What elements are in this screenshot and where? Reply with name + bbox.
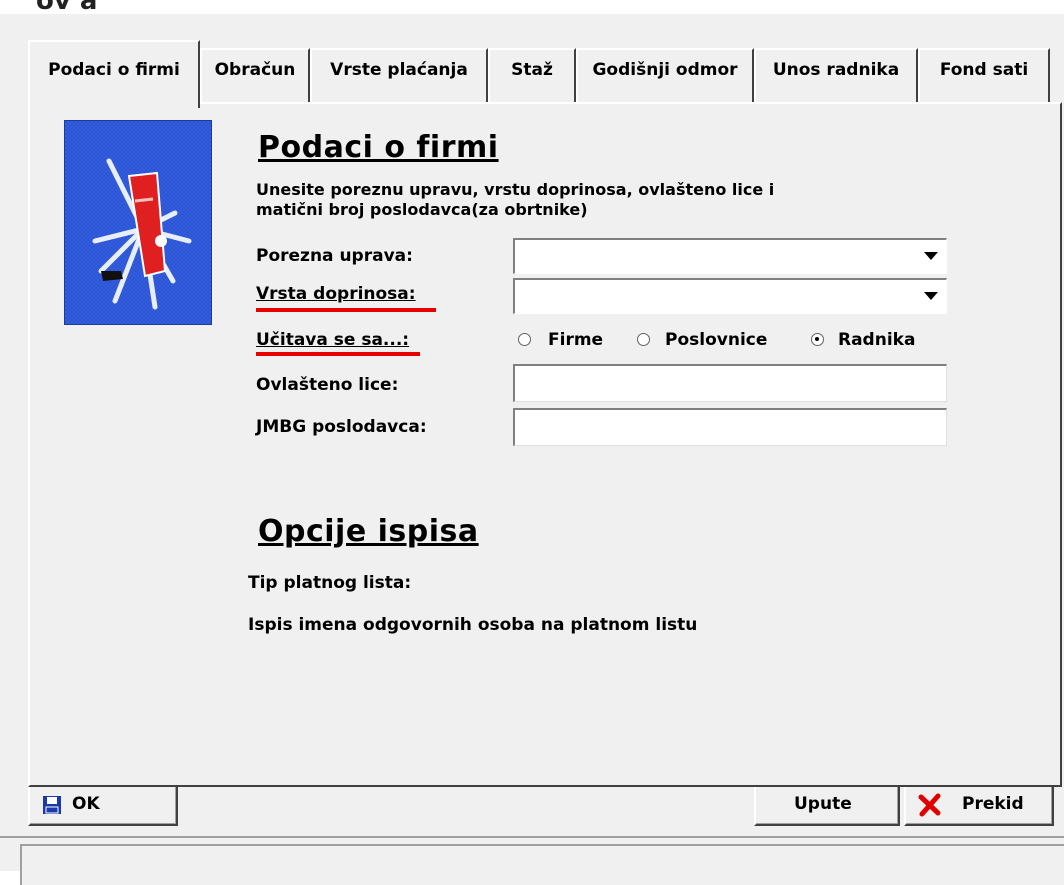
radio-poslovnice[interactable] bbox=[637, 333, 650, 346]
tab-label: Obračun bbox=[214, 60, 296, 80]
tab-podaci-o-firmi[interactable]: Podaci o firmi bbox=[28, 40, 200, 108]
ok-button[interactable]: OK bbox=[28, 782, 178, 826]
cancel-button[interactable]: Prekid bbox=[904, 782, 1054, 826]
swiss-knife-image bbox=[64, 120, 212, 325]
chevron-down-icon[interactable] bbox=[924, 252, 938, 260]
tab-label: Vrste plaćanja bbox=[330, 60, 468, 80]
tax-office-select[interactable] bbox=[513, 238, 947, 274]
radio-firme-label[interactable]: Firme bbox=[548, 330, 603, 350]
window-title-fragment: ov a bbox=[0, 0, 1064, 14]
tab-label: Staž bbox=[511, 60, 553, 80]
employer-id-label: JMBG poslodavca: bbox=[256, 417, 427, 437]
chevron-down-icon[interactable] bbox=[924, 292, 938, 300]
tab-unos-radnika[interactable]: Unos radnika bbox=[754, 48, 918, 104]
tab-vrste-placanja[interactable]: Vrste plaćanja bbox=[310, 48, 488, 104]
contribution-type-select[interactable] bbox=[513, 278, 947, 314]
section-title-company: Podaci o firmi bbox=[258, 130, 499, 165]
section-description-line1: Unesite poreznu upravu, vrstu doprinosa,… bbox=[256, 180, 775, 199]
swiss-knife-icon bbox=[92, 158, 192, 310]
tab-obracun[interactable]: Obračun bbox=[200, 48, 310, 104]
ok-button-label: OK bbox=[72, 794, 100, 814]
tab-label: Fond sati bbox=[939, 60, 1029, 80]
tab-label: Unos radnika bbox=[772, 60, 900, 80]
window-title-text: ov a bbox=[36, 0, 97, 14]
section-description-line2: matični broj poslodavca(za obrtnike) bbox=[256, 200, 588, 219]
payslip-type-label: Tip platnog lista: bbox=[248, 573, 412, 593]
print-names-label: Ispis imena odgovornih osoba na platnom … bbox=[248, 615, 698, 635]
contribution-type-label: Vrsta doprinosa: bbox=[256, 284, 416, 304]
tab-fond-sati[interactable]: Fond sati bbox=[918, 48, 1050, 104]
radio-poslovnice-label[interactable]: Poslovnice bbox=[665, 330, 767, 350]
section-title-print-options: Opcije ispisa bbox=[258, 514, 479, 549]
close-icon bbox=[918, 793, 942, 822]
radio-radnika[interactable] bbox=[811, 333, 824, 346]
help-button-label: Upute bbox=[794, 794, 852, 814]
tab-staz[interactable]: Staž bbox=[488, 48, 576, 104]
tab-label: Godišnji odmor bbox=[592, 60, 738, 80]
employer-id-input[interactable] bbox=[513, 408, 947, 446]
settings-dialog: Podaci o firmi Obračun Vrste plaćanja St… bbox=[0, 14, 1064, 885]
tab-panel-podaci-o-firmi: Podaci o firmi Unesite poreznu upravu, v… bbox=[28, 102, 1062, 787]
tab-godisnji-odmor[interactable]: Godišnji odmor bbox=[576, 48, 754, 104]
tax-office-label: Porezna uprava: bbox=[256, 246, 413, 266]
status-bar bbox=[20, 844, 1064, 885]
cancel-button-label: Prekid bbox=[962, 794, 1024, 814]
radio-firme[interactable] bbox=[518, 333, 531, 346]
floppy-disk-icon bbox=[42, 795, 62, 820]
bottom-separator bbox=[0, 836, 1064, 838]
help-button[interactable]: Upute bbox=[754, 782, 900, 826]
required-field-underline bbox=[256, 352, 420, 356]
authorized-person-label: Ovlašteno lice: bbox=[256, 375, 399, 395]
required-field-underline bbox=[256, 308, 436, 312]
loads-from-label: Učitava se sa...: bbox=[256, 330, 410, 350]
radio-radnika-label[interactable]: Radnika bbox=[838, 330, 915, 350]
tab-label: Podaci o firmi bbox=[48, 60, 180, 80]
authorized-person-input[interactable] bbox=[513, 364, 947, 402]
